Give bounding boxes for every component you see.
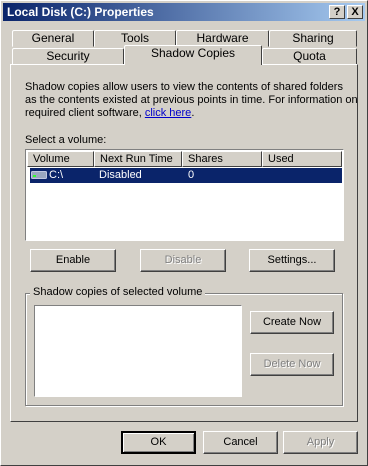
settings-button[interactable]: Settings...	[249, 249, 335, 272]
click-here-link[interactable]: click here	[145, 107, 191, 119]
select-volume-label: Select a volume:	[25, 134, 107, 146]
description-line-3-prefix: required client software,	[25, 107, 145, 119]
tab-quota[interactable]: Quota	[262, 48, 357, 65]
column-header-next-run-time[interactable]: Next Run Time	[94, 151, 182, 167]
description-line-2: as the contents existed at previous poin…	[25, 94, 358, 106]
disable-button[interactable]: Disable	[140, 249, 226, 272]
tab-shadow-copies[interactable]: Shadow Copies	[124, 45, 262, 65]
description-line-3: required client software, click here.	[25, 107, 194, 119]
create-now-button[interactable]: Create Now	[250, 311, 334, 334]
description-line-1: Shadow copies allow users to view the co…	[25, 81, 343, 93]
help-button[interactable]: ?	[329, 5, 345, 19]
window-title: Local Disk (C:) Properties	[7, 5, 154, 19]
apply-button[interactable]: Apply	[283, 431, 358, 454]
drive-icon	[31, 171, 47, 179]
description-line-3-suffix: .	[191, 107, 195, 119]
shares-cell: 0	[188, 169, 195, 181]
delete-now-button[interactable]: Delete Now	[250, 353, 334, 376]
tab-security[interactable]: Security	[12, 48, 124, 65]
ok-button[interactable]: OK	[121, 431, 196, 454]
column-header-shares[interactable]: Shares	[182, 151, 262, 167]
close-button[interactable]: X	[347, 5, 363, 19]
column-header-used[interactable]: Used	[262, 151, 342, 167]
tab-general[interactable]: General	[12, 30, 94, 47]
shadow-copies-list[interactable]	[34, 305, 242, 397]
enable-button[interactable]: Enable	[30, 249, 116, 272]
next-run-time-cell: Disabled	[99, 169, 142, 181]
volume-list[interactable]: Volume Next Run Time Shares Used C:\ Dis…	[25, 149, 344, 241]
volume-row[interactable]: C:\ Disabled 0	[30, 168, 342, 183]
title-bar[interactable]: Local Disk (C:) Properties ? X	[3, 3, 365, 21]
tab-sharing[interactable]: Sharing	[269, 30, 357, 47]
group-label: Shadow copies of selected volume	[30, 286, 206, 298]
column-header-volume[interactable]: Volume	[27, 151, 94, 167]
volume-cell: C:\	[49, 169, 64, 181]
cancel-button[interactable]: Cancel	[203, 431, 278, 454]
